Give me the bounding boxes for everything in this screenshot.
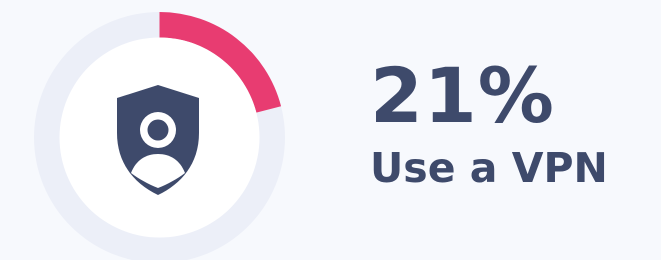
stat-label: Use a VPN: [370, 144, 608, 192]
user-head-inner: [147, 119, 169, 141]
progress-ring-graphic: [34, 12, 285, 260]
progress-ring: [34, 12, 285, 260]
stat-percentage: 21%: [370, 51, 555, 140]
vpn-stat-card: 21% Use a VPN: [0, 0, 661, 260]
stat-text-block: 21% Use a VPN: [370, 58, 608, 194]
